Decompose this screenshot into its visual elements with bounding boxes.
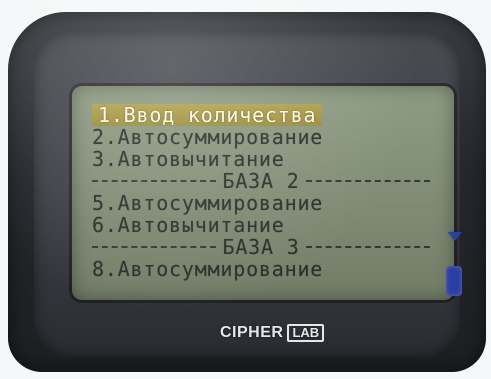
menu-item-8[interactable]: 8.Автосуммирование	[92, 258, 323, 280]
menu-item-2[interactable]: 2.Автосуммирование	[92, 126, 323, 148]
handheld-terminal: 1.Ввод количества 2.Автосуммирование 3.А…	[8, 12, 486, 372]
scene: 1.Ввод количества 2.Автосуммирование 3.А…	[0, 0, 491, 379]
cipherlab-logo: CIPHER LAB	[220, 316, 325, 350]
menu-item-5[interactable]: 5.Автосуммирование	[92, 192, 323, 214]
menu-item-1[interactable]: 1.Ввод количества	[92, 104, 323, 126]
separator-label: БАЗА 2	[222, 169, 300, 193]
lcd-screen: 1.Ввод количества 2.Автосуммирование 3.А…	[86, 104, 462, 296]
separator-dash-right	[305, 246, 431, 248]
separator-dash-left	[92, 180, 217, 182]
separator-dash-right	[305, 180, 431, 182]
section-separator-baza-2: БАЗА 2	[86, 170, 436, 192]
logo-cipher-text: CIPHER	[220, 324, 284, 341]
scroll-down-arrow-icon[interactable]	[448, 232, 462, 241]
menu-item-6[interactable]: 6.Автовычитание	[92, 214, 285, 236]
menu-item-3[interactable]: 3.Автовычитание	[92, 148, 285, 170]
scrollbar-thumb-icon[interactable]	[446, 266, 462, 296]
lcd-screen-frame: 1.Ввод количества 2.Автосуммирование 3.А…	[72, 86, 462, 300]
section-separator-baza-3: БАЗА 3	[86, 236, 436, 258]
separator-label: БАЗА 3	[222, 235, 300, 259]
logo-lab-box-text: LAB	[287, 324, 325, 342]
separator-dash-left	[92, 246, 217, 248]
